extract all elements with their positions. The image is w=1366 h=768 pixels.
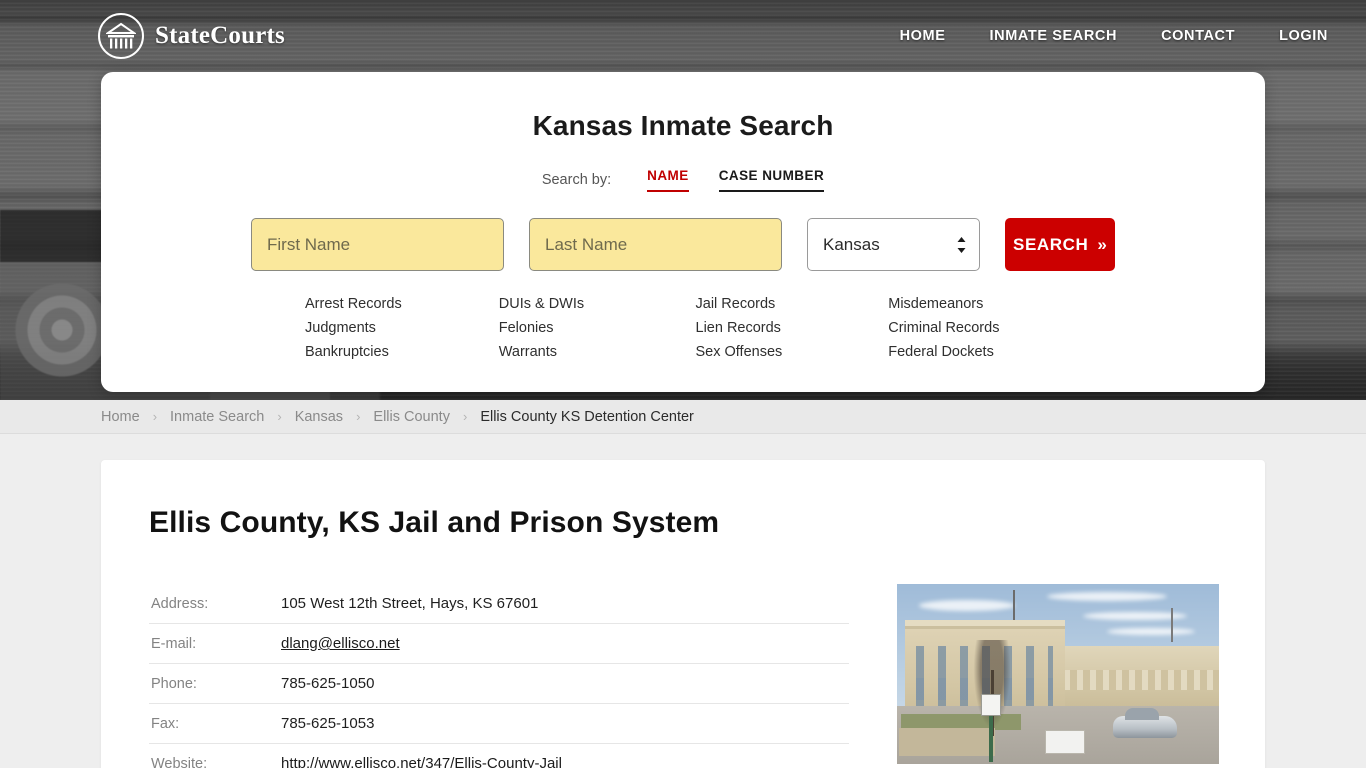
- row-value-address: 105 West 12th Street, Hays, KS 67601: [281, 595, 539, 612]
- row-label-address: Address:: [151, 595, 209, 612]
- quick-link-criminal-records[interactable]: Criminal Records: [888, 320, 999, 336]
- chevron-right-icon: ›: [152, 409, 158, 424]
- double-chevron-right-icon: »: [1097, 234, 1108, 254]
- site-logo[interactable]: StateCourts: [98, 13, 285, 59]
- search-by-row: Search by: NAME CASE NUMBER: [101, 168, 1265, 192]
- search-button[interactable]: SEARCH »: [1005, 218, 1115, 271]
- photo-monument-sign: [1045, 730, 1085, 754]
- courthouse-circle-icon: [98, 13, 144, 59]
- search-card-title: Kansas Inmate Search: [532, 110, 834, 141]
- page-body: Ellis County, KS Jail and Prison System …: [0, 434, 1366, 768]
- photo-antenna: [1171, 608, 1173, 642]
- row-value-phone: 785-625-1050: [281, 675, 375, 692]
- table-row: Website: http://www.ellisco.net/347/Elli…: [149, 744, 849, 768]
- quick-links-grid: Arrest Records Judgments Bankruptcies DU…: [101, 296, 1265, 360]
- photo-car: [1113, 708, 1177, 738]
- row-value-fax: 785-625-1053: [281, 715, 375, 732]
- inmate-search-card: Kansas Inmate Search Search by: NAME CAS…: [101, 72, 1265, 392]
- chevron-right-icon: ›: [356, 409, 361, 424]
- breadcrumb-item-ellis-county[interactable]: Ellis County: [373, 409, 450, 425]
- quick-links-column-3: Jail Records Lien Records Sex Offenses: [686, 296, 881, 360]
- photo-cloud: [1047, 592, 1167, 601]
- breadcrumb-item-inmate-search[interactable]: Inmate Search: [170, 409, 264, 425]
- row-label-email: E-mail:: [151, 635, 197, 652]
- quick-link-duis-dwis[interactable]: DUIs & DWIs: [499, 296, 584, 312]
- tab-case-number[interactable]: CASE NUMBER: [718, 168, 825, 192]
- row-value-email: dlang@ellisco.net: [281, 624, 849, 664]
- state-select[interactable]: Kansas: [807, 218, 981, 271]
- nav-contact[interactable]: CONTACT: [1161, 28, 1235, 44]
- quick-link-arrest-records[interactable]: Arrest Records: [305, 296, 402, 312]
- photo-cloud: [1107, 628, 1195, 635]
- nav-home[interactable]: HOME: [900, 28, 946, 44]
- row-label-fax: Fax:: [151, 715, 180, 732]
- row-label-phone: Phone:: [151, 675, 197, 692]
- page-title: Ellis County, KS Jail and Prison System: [149, 506, 720, 539]
- search-button-label: SEARCH: [1013, 234, 1089, 254]
- photo-building-right-colonnade: [1057, 670, 1219, 690]
- last-name-input[interactable]: [529, 218, 782, 271]
- main-nav: HOME INMATE SEARCH CONTACT LOGIN: [900, 28, 1328, 44]
- facility-info-table: Address: 105 West 12th Street, Hays, KS …: [149, 584, 849, 768]
- table-row: E-mail: dlang@ellisco.net: [149, 624, 849, 664]
- quick-link-felonies[interactable]: Felonies: [499, 320, 554, 336]
- breadcrumb-item-kansas[interactable]: Kansas: [295, 409, 343, 425]
- breadcrumb: Home › Inmate Search › Kansas › Ellis Co…: [0, 400, 1366, 434]
- quick-link-lien-records[interactable]: Lien Records: [696, 320, 781, 336]
- hero-header: COURTHOUSE StateCourts HOME INMATE SEARC…: [0, 0, 1366, 400]
- quick-link-federal-dockets[interactable]: Federal Dockets: [888, 344, 994, 360]
- quick-link-sex-offenses[interactable]: Sex Offenses: [696, 344, 783, 360]
- facility-detail-card: Ellis County, KS Jail and Prison System …: [101, 460, 1265, 768]
- quick-links-column-4: Misdemeanors Criminal Records Federal Do…: [880, 296, 1075, 360]
- row-label-website: Website:: [151, 755, 208, 768]
- table-row: Phone: 785-625-1050: [149, 664, 849, 704]
- photo-cloud: [919, 600, 1015, 611]
- quick-link-judgments[interactable]: Judgments: [305, 320, 376, 336]
- photo-antenna: [1013, 590, 1015, 624]
- quick-links-column-1: Arrest Records Judgments Bankruptcies: [296, 296, 491, 360]
- website-link[interactable]: http://www.ellisco.net/347/Ellis-County-…: [281, 755, 562, 768]
- quick-link-misdemeanors[interactable]: Misdemeanors: [888, 296, 983, 312]
- chevron-right-icon: ›: [277, 409, 282, 424]
- top-navigation-bar: StateCourts HOME INMATE SEARCH CONTACT L…: [0, 0, 1366, 72]
- tab-name[interactable]: NAME: [647, 168, 689, 192]
- quick-links-column-2: DUIs & DWIs Felonies Warrants: [491, 296, 686, 360]
- facility-photo: [897, 584, 1219, 764]
- chevron-right-icon: ›: [462, 409, 468, 424]
- quick-link-bankruptcies[interactable]: Bankruptcies: [305, 344, 389, 360]
- search-by-label: Search by:: [541, 172, 612, 188]
- breadcrumb-item-home[interactable]: Home: [101, 409, 140, 425]
- first-name-input[interactable]: [251, 218, 504, 271]
- state-select-wrapper: Kansas: [807, 218, 981, 271]
- table-row: Address: 105 West 12th Street, Hays, KS …: [149, 584, 849, 624]
- brand-name: StateCourts: [155, 22, 285, 49]
- nav-login[interactable]: LOGIN: [1279, 28, 1328, 44]
- facility-detail-wrap: Address: 105 West 12th Street, Hays, KS …: [149, 584, 1219, 768]
- search-form: Kansas SEARCH »: [101, 218, 1265, 271]
- breadcrumb-item-current: Ellis County KS Detention Center: [480, 408, 694, 425]
- quick-link-warrants[interactable]: Warrants: [499, 344, 557, 360]
- table-row: Fax: 785-625-1053: [149, 704, 849, 744]
- quick-link-jail-records[interactable]: Jail Records: [696, 296, 776, 312]
- row-value-website: http://www.ellisco.net/347/Ellis-County-…: [281, 744, 849, 768]
- photo-one-way-sign: [981, 694, 1001, 716]
- email-link[interactable]: dlang@ellisco.net: [281, 635, 400, 652]
- nav-inmate-search[interactable]: INMATE SEARCH: [990, 28, 1118, 44]
